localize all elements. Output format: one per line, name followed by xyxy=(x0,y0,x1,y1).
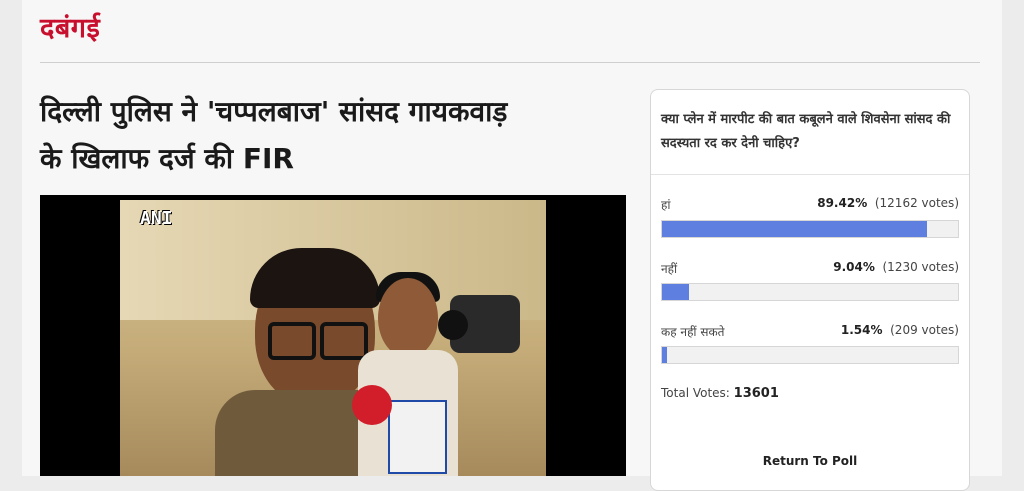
poll-option-bar-fill xyxy=(662,284,689,300)
camera-lens-shape xyxy=(438,310,468,340)
video-frame: ANI xyxy=(120,200,546,476)
poll-option-percent: 1.54% xyxy=(840,323,883,337)
article-headline[interactable]: दिल्ली पुलिस ने 'चप्पलबाज' सांसद गायकवाड… xyxy=(40,88,640,182)
page-container: दबंगई दिल्ली पुलिस ने 'चप्पलबाज' सांसद ग… xyxy=(22,0,1002,491)
section-title[interactable]: दबंगई xyxy=(40,8,100,45)
poll-widget: क्या प्लेन में मारपीट की बात कबूलने वाले… xyxy=(650,89,970,491)
background-person xyxy=(378,278,438,358)
poll-option-stat: 1.54% (209 votes) xyxy=(841,323,959,337)
poll-option-label: हां xyxy=(661,198,671,212)
poll-option-bar xyxy=(661,283,959,301)
poll-option-bar-fill xyxy=(662,347,667,363)
poll-option-stat: 9.04% (1230 votes) xyxy=(833,260,959,274)
microphone-shape xyxy=(388,400,447,474)
poll-option-percent: 9.04% xyxy=(833,260,875,274)
poll-total: Total Votes: 13601 xyxy=(661,386,779,401)
poll-option-bar xyxy=(661,346,959,364)
video-watermark: ANI xyxy=(140,208,173,229)
glasses-shape xyxy=(268,322,368,360)
video-player[interactable]: ANI xyxy=(40,195,626,476)
poll-option-bar xyxy=(661,220,959,238)
section-divider xyxy=(40,62,980,63)
poll-option-votes: (12162 votes) xyxy=(874,196,959,210)
poll-option-votes: (209 votes) xyxy=(890,323,959,337)
headline-line-1: दिल्ली पुलिस ने 'चप्पलबाज' सांसद गायकवाड… xyxy=(40,95,508,128)
poll-option-label: नहीं xyxy=(661,262,678,276)
poll-option-stat: 89.42% (12162 votes) xyxy=(817,196,959,210)
poll-total-label: Total Votes: xyxy=(661,386,730,400)
poll-question: क्या प्लेन में मारपीट की बात कबूलने वाले… xyxy=(661,112,951,151)
poll-total-value: 13601 xyxy=(733,386,779,401)
microphone-red-shape xyxy=(352,385,392,425)
poll-option-votes: (1230 votes) xyxy=(882,260,960,274)
poll-option-label: कह नहीं सकते xyxy=(661,325,725,339)
poll-option-percent: 89.42% xyxy=(817,196,868,210)
poll-divider xyxy=(651,174,969,175)
return-to-poll-link[interactable]: Return To Poll xyxy=(651,454,969,468)
headline-line-2: के खिलाफ दर्ज की FIR xyxy=(40,142,294,175)
poll-option-bar-fill xyxy=(662,221,927,237)
